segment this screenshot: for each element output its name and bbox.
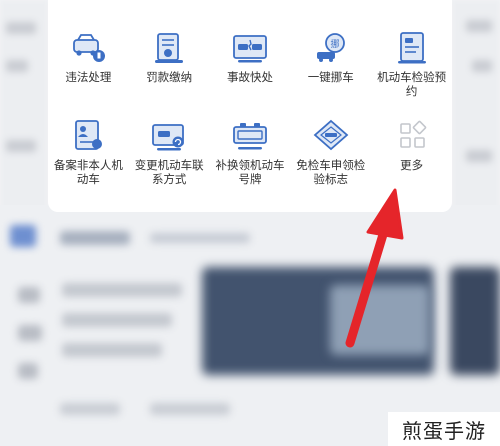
change-contact-icon (149, 118, 189, 154)
car-badge-icon (68, 30, 108, 66)
service-exempt-inspection-sticker[interactable]: 免检车申领检验标志 (290, 118, 371, 186)
backdrop-bottom (0, 205, 500, 446)
service-card: 违法处理 罚款缴纳 事故快处 挪 一键挪车 机动车检验预约 备案非本人机动车 变… (48, 0, 452, 212)
service-inspection-booking[interactable]: 机动车检验预约 (371, 30, 452, 98)
service-change-contact-info[interactable]: 变更机动车联系方式 (129, 118, 210, 186)
service-label: 免检车申领检验标志 (296, 158, 366, 186)
service-label: 机动车检验预约 (377, 70, 447, 98)
watermark: 煎蛋手游 (388, 412, 500, 446)
exempt-diamond-icon (311, 118, 351, 154)
service-label: 更多 (400, 158, 424, 172)
watermark-text: 煎蛋手游 (402, 418, 486, 443)
svg-text:挪: 挪 (330, 38, 339, 50)
service-fine-payment[interactable]: 罚款缴纳 (129, 30, 210, 98)
person-file-icon (68, 118, 108, 154)
license-plate-icon (230, 118, 270, 154)
move-car-icon: 挪 (311, 30, 351, 66)
service-one-tap-move-car[interactable]: 挪 一键挪车 (290, 30, 371, 98)
service-label: 违法处理 (65, 70, 112, 84)
service-accident-quick[interactable]: 事故快处 (210, 30, 291, 98)
backdrop-right-column (452, 0, 500, 215)
service-label: 罚款缴纳 (146, 70, 193, 84)
service-grid: 违法处理 罚款缴纳 事故快处 挪 一键挪车 机动车检验预约 备案非本人机动车 变… (48, 30, 452, 186)
service-register-non-owned-vehicle[interactable]: 备案非本人机动车 (48, 118, 129, 186)
service-more[interactable]: 更多 (371, 118, 452, 186)
service-label: 备案非本人机动车 (53, 158, 123, 186)
car-collision-icon (230, 30, 270, 66)
service-label: 补换领机动车号牌 (215, 158, 285, 186)
service-label: 变更机动车联系方式 (134, 158, 204, 186)
service-label: 事故快处 (226, 70, 273, 84)
backdrop-left-column (0, 0, 48, 215)
inspection-booking-icon (392, 30, 432, 66)
service-replace-license-plate[interactable]: 补换领机动车号牌 (210, 118, 291, 186)
more-grid-icon (392, 118, 432, 154)
receipt-yen-icon (149, 30, 189, 66)
service-violation-handling[interactable]: 违法处理 (48, 30, 129, 98)
service-label: 一键挪车 (307, 70, 354, 84)
